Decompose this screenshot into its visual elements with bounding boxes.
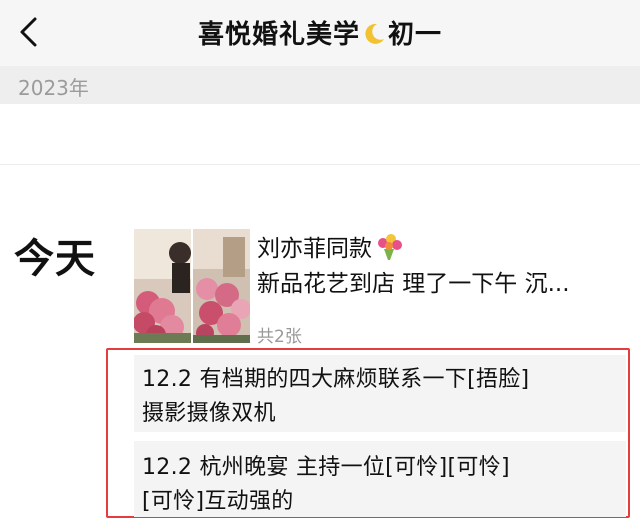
year-header: 2023年 (0, 66, 640, 104)
title-left: 喜悦婚礼美学 (197, 20, 360, 50)
year-label: 2023年 (18, 76, 89, 100)
divider (0, 164, 640, 165)
bouquet-icon (378, 234, 402, 260)
crescent-moon-icon (365, 23, 384, 44)
list-item[interactable]: 12.2 有档期的四大麻烦联系一下[捂脸] 摄影摄像双机 (134, 355, 626, 432)
title-right: 初一 (388, 20, 443, 50)
post-line: 12.2 杭州晚宴 主持一位[可怜][可怜] (142, 455, 510, 480)
top-nav-bar: 喜悦婚礼美学 初一 (0, 0, 640, 66)
today-label: 今天 (14, 236, 96, 282)
post-line: [可怜]互动强的 (142, 489, 294, 514)
post-title: 刘亦菲同款 (257, 236, 372, 262)
post-text-line1[interactable]: 刘亦菲同款 (257, 229, 404, 263)
post-photos[interactable] (134, 229, 250, 343)
photo-thumbnail[interactable] (193, 229, 250, 343)
post-line: 摄影摄像双机 (142, 401, 276, 426)
post-line: 12.2 有档期的四大麻烦联系一下[捂脸] (142, 367, 530, 392)
post-text-line2[interactable]: 新品花艺到店 理了一下午 沉... (257, 264, 632, 298)
photo-thumbnail[interactable] (134, 229, 191, 343)
photo-count: 共2张 (257, 327, 302, 347)
page-title: 喜悦婚礼美学 初一 (0, 14, 640, 51)
list-item[interactable]: 12.2 杭州晚宴 主持一位[可怜][可怜] [可怜]互动强的 (134, 441, 626, 517)
